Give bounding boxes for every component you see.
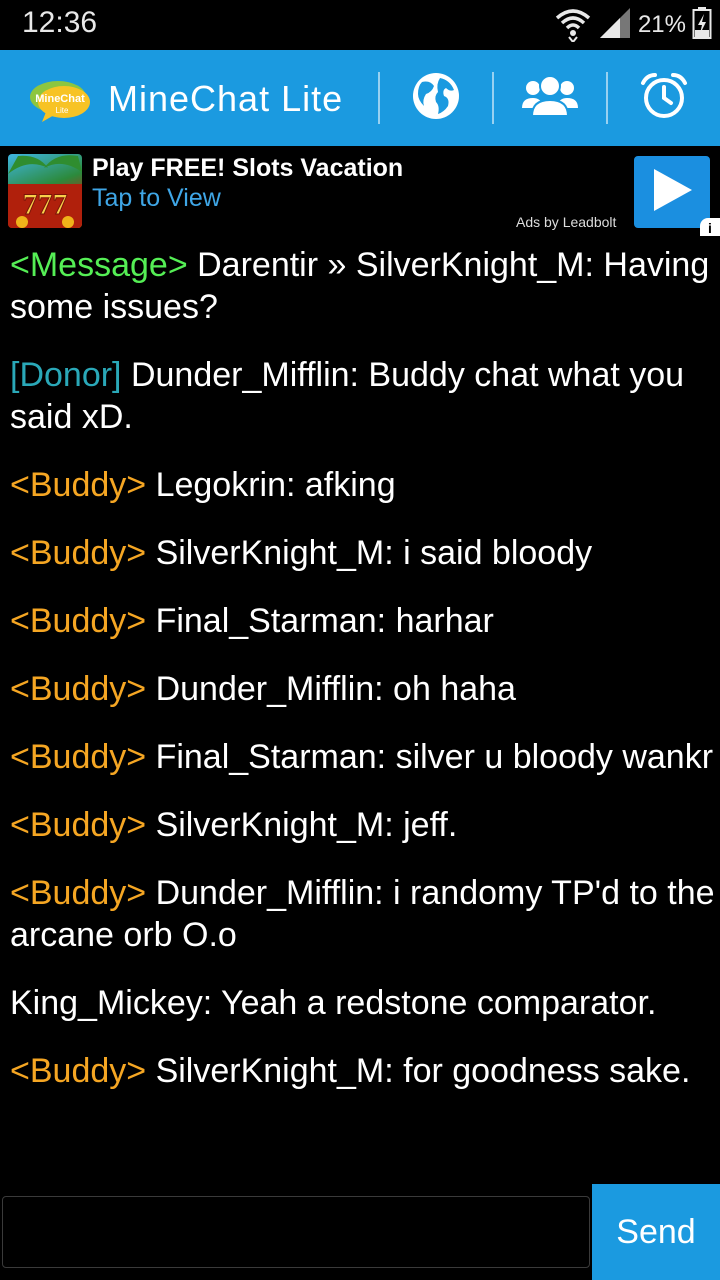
buddy-prefix: <Buddy>: [10, 670, 147, 708]
app-logo: MineChat Lite: [28, 78, 92, 122]
message-text: SilverKnight_M: i said bloody: [146, 534, 593, 572]
buddy-prefix: <Buddy>: [10, 1052, 147, 1090]
ad-play-button[interactable]: [634, 156, 710, 228]
buddy-prefix: <Buddy>: [10, 738, 147, 776]
message-prefix: <Message>: [10, 246, 188, 284]
globe-button[interactable]: [380, 50, 492, 146]
buddy-prefix: <Buddy>: [10, 806, 147, 844]
message-text: Final_Starman: harhar: [146, 602, 494, 640]
chat-message: <Buddy> SilverKnight_M: jeff.: [10, 804, 715, 846]
ad-banner[interactable]: 777 Play FREE! Slots Vacation Tap to Vie…: [0, 146, 720, 236]
ad-attribution: Ads by Leadbolt: [516, 214, 617, 230]
status-bar: 12:36 21%: [0, 0, 720, 50]
status-icons: 21%: [554, 6, 712, 44]
chat-message: <Buddy> Dunder_Mifflin: i randomy TP'd t…: [10, 872, 715, 956]
chat-message: [Donor] Dunder_Mifflin: Buddy chat what …: [10, 354, 715, 438]
chat-log: <Message> Darentir » SilverKnight_M: Hav…: [10, 244, 715, 1118]
chat-message: <Buddy> Final_Starman: harhar: [10, 600, 715, 642]
ad-subtitle: Tap to View: [92, 184, 221, 212]
chat-message: King_Mickey: Yeah a redstone comparator.: [10, 982, 715, 1024]
battery-percent: 21%: [637, 11, 686, 38]
app-title: MineChat Lite: [108, 78, 344, 119]
alarm-clock-icon: [639, 71, 689, 126]
chat-message: <Message> Darentir » SilverKnight_M: Hav…: [10, 244, 715, 328]
message-text: Legokrin: afking: [146, 466, 396, 504]
ad-image-text: 777: [23, 188, 68, 221]
buddy-prefix: <Buddy>: [10, 534, 147, 572]
chat-message: <Buddy> SilverKnight_M: i said bloody: [10, 532, 715, 574]
signal-icon: [598, 6, 632, 45]
buddy-prefix: <Buddy>: [10, 602, 147, 640]
logo-subtext: Lite: [56, 106, 69, 115]
buddies-button[interactable]: [494, 50, 606, 146]
message-text: SilverKnight_M: jeff.: [146, 806, 458, 844]
logo-text: MineChat: [35, 93, 85, 105]
ad-info-icon[interactable]: i: [700, 218, 720, 236]
message-text: Final_Starman: silver u bloody wankr: [146, 738, 714, 776]
chat-message: <Buddy> SilverKnight_M: for goodness sak…: [10, 1050, 715, 1092]
alarm-button[interactable]: [608, 50, 720, 146]
message-text: King_Mickey: Yeah a redstone comparator.: [10, 984, 657, 1022]
action-bar: MineChat Lite MineChat Lite: [0, 50, 720, 146]
chat-message: <Buddy> Legokrin: afking: [10, 464, 715, 506]
buddy-prefix: <Buddy>: [10, 466, 147, 504]
buddy-prefix: <Buddy>: [10, 874, 147, 912]
message-text: Dunder_Mifflin: oh haha: [146, 670, 516, 708]
globe-icon: [410, 70, 462, 127]
chat-message: <Buddy> Dunder_Mifflin: oh haha: [10, 668, 715, 710]
buddies-icon: [520, 74, 580, 123]
status-time: 12:36: [22, 6, 98, 39]
battery-icon: [692, 6, 712, 45]
ad-slots-image: 777: [8, 154, 82, 228]
ad-title: Play FREE! Slots Vacation: [92, 154, 404, 182]
chat-message: <Buddy> Final_Starman: silver u bloody w…: [10, 736, 715, 778]
donor-prefix: [Donor]: [10, 356, 122, 394]
chat-input[interactable]: [2, 1196, 590, 1268]
wifi-icon: [554, 4, 592, 47]
send-button[interactable]: Send: [592, 1184, 720, 1280]
play-icon: [650, 167, 694, 218]
message-text: SilverKnight_M: for goodness sake.: [146, 1052, 691, 1090]
